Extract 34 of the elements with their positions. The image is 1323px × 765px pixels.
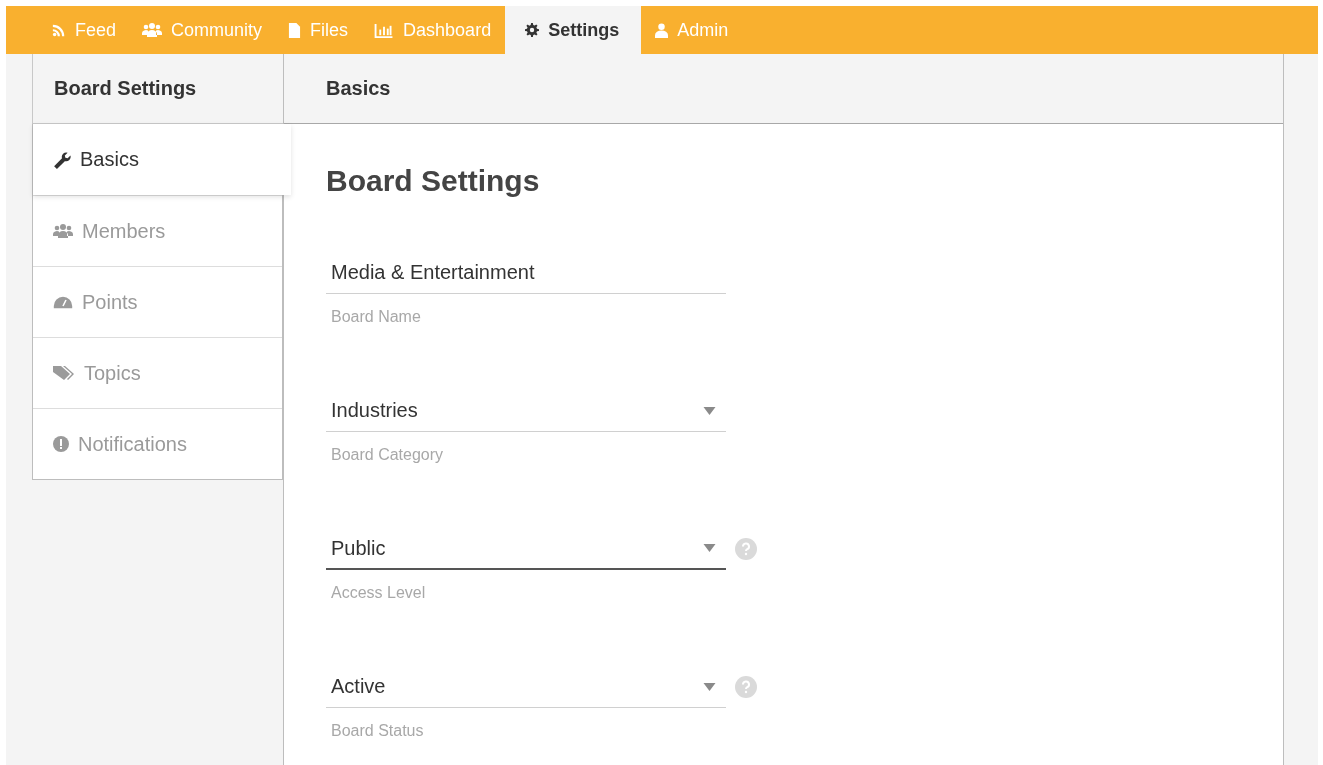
nav-tab[interactable]: Dashboard (362, 6, 504, 54)
page-heading: Board Settings (326, 164, 541, 198)
alert-icon (53, 436, 69, 452)
wrench-icon (53, 150, 71, 169)
field-label: Board Name (331, 308, 422, 326)
help-icon[interactable] (735, 676, 757, 698)
dropdown[interactable]: Public (326, 528, 726, 570)
field-label: Access Level (331, 584, 427, 602)
group-icon (53, 223, 73, 239)
nav-tab[interactable]: Community (130, 6, 275, 54)
nav-tab[interactable]: Feed (40, 6, 129, 54)
dropdown[interactable]: Active (326, 666, 726, 708)
gauge-icon (53, 294, 73, 310)
tag-icon (53, 365, 75, 381)
user-icon (655, 22, 669, 38)
dropdown[interactable]: Industries (326, 390, 726, 432)
help-icon[interactable] (735, 538, 757, 560)
caret-icon (703, 544, 716, 552)
field-label: Board Status (331, 722, 425, 740)
sidebar-item[interactable]: Basics (33, 124, 291, 195)
rss-icon (52, 23, 66, 37)
sidebar-title: Board Settings (54, 77, 197, 100)
nav-tab[interactable]: Files (276, 6, 361, 54)
file-icon (288, 21, 302, 39)
nav-tab[interactable]: Settings (505, 6, 642, 54)
text-field[interactable]: Media & Entertainment (326, 252, 726, 294)
caret-icon (703, 682, 716, 691)
bar-chart-icon (374, 22, 395, 38)
panel-title: Basics (326, 77, 391, 100)
caret-icon (703, 406, 716, 415)
nav-tab[interactable]: Admin (643, 6, 741, 54)
field-label: Board Category (331, 446, 445, 464)
group-icon (142, 22, 163, 38)
settings-icon (525, 23, 540, 37)
